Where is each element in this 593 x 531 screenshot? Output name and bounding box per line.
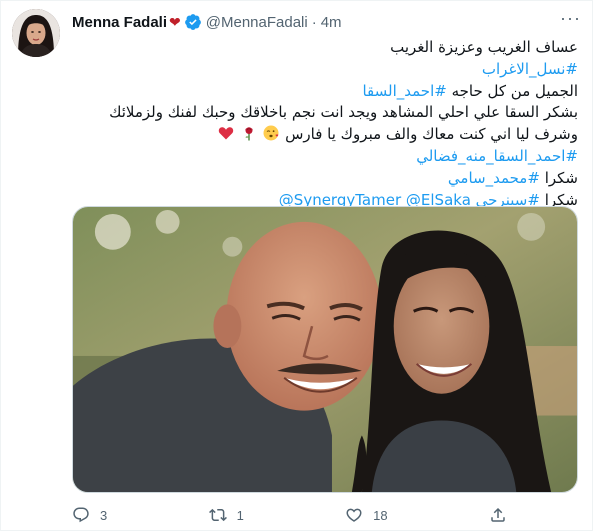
- author-name[interactable]: Menna Fadali: [72, 14, 167, 31]
- author-heart-emoji: ❤: [169, 13, 181, 30]
- share-icon: [491, 507, 505, 522]
- avatar[interactable]: [12, 9, 60, 57]
- verified-badge-icon: [184, 14, 201, 30]
- like-count: 18: [373, 507, 388, 523]
- share-button[interactable]: [489, 504, 507, 526]
- text-line: بشكر السقا علي احلي المشاهد ويجد انت نجم…: [109, 103, 578, 122]
- tweet-header: Menna Fadali ❤ @MennaFadali · 4m: [72, 12, 562, 32]
- author-handle[interactable]: @MennaFadali: [206, 14, 308, 31]
- text-line: عساف الغريب وعزيزة الغريب: [390, 38, 578, 56]
- like-icon: [346, 508, 362, 522]
- tweet-timestamp[interactable]: 4m: [321, 14, 342, 31]
- tweet-text: عساف الغريب وعزيزة الغريب #نسل_الاغراب ا…: [72, 37, 578, 211]
- reply-count: 3: [100, 507, 108, 523]
- kiss-emoji-icon: [263, 125, 279, 141]
- separator-dot: ·: [311, 13, 317, 31]
- hashtag-link[interactable]: #احمد_السقا_منه_فضالي: [416, 147, 578, 165]
- hashtag-link[interactable]: #محمد_سامي: [448, 169, 540, 187]
- retweet-icon: [208, 508, 227, 522]
- text-line: الجميل من كل حاجه: [446, 81, 578, 100]
- text-line: وشرف ليا اني كنت معاك والف مبروك يا فارس: [285, 125, 578, 144]
- more-icon[interactable]: ···: [560, 9, 580, 31]
- tweet-photo[interactable]: [72, 206, 578, 493]
- reply-button[interactable]: 3: [72, 504, 107, 526]
- reply-icon: [73, 507, 89, 523]
- hashtag-link[interactable]: #نسل_الاغراب: [482, 60, 578, 78]
- like-button[interactable]: 18: [345, 504, 388, 526]
- tweet-card[interactable]: Menna Fadali ❤ @MennaFadali · 4m ··· عسا…: [0, 0, 593, 531]
- hashtag-link[interactable]: #احمد_السقا: [362, 82, 446, 100]
- retweet-count: 1: [236, 507, 244, 523]
- tweet-actions: 3 1 18: [72, 504, 507, 526]
- text-line: شكرا: [539, 168, 578, 187]
- rose-emoji-icon: [244, 127, 253, 141]
- retweet-button[interactable]: 1: [208, 504, 244, 526]
- red-heart-emoji-icon: [218, 127, 233, 140]
